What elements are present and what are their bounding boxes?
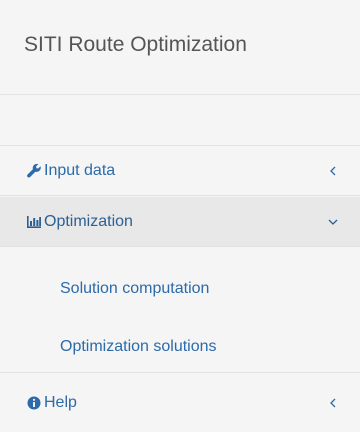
- chevron-down-icon: [328, 217, 338, 227]
- submenu-item-optimization-solutions[interactable]: Optimization solutions: [60, 338, 217, 356]
- sidebar-spacer: [0, 95, 360, 146]
- sidebar: SITI Route Optimization Input data Optim…: [0, 0, 360, 432]
- chevron-left-icon: [328, 398, 338, 408]
- optimization-submenu: Solution computation Optimization soluti…: [0, 248, 360, 373]
- sidebar-item-label: Help: [44, 393, 77, 411]
- brand-title[interactable]: SITI Route Optimization: [0, 0, 360, 95]
- submenu-item-solution-computation[interactable]: Solution computation: [60, 280, 209, 298]
- sidebar-item-label: Input data: [44, 161, 116, 179]
- sidebar-item-label: Optimization: [44, 212, 133, 230]
- sidebar-item-optimization[interactable]: Optimization: [0, 197, 360, 247]
- sidebar-item-input-data[interactable]: Input data: [0, 146, 360, 196]
- bar-chart-icon: [26, 214, 42, 230]
- wrench-icon: [26, 163, 42, 179]
- sidebar-item-help[interactable]: Help: [0, 373, 360, 432]
- info-circle-icon: [26, 395, 42, 411]
- chevron-left-icon: [328, 166, 338, 176]
